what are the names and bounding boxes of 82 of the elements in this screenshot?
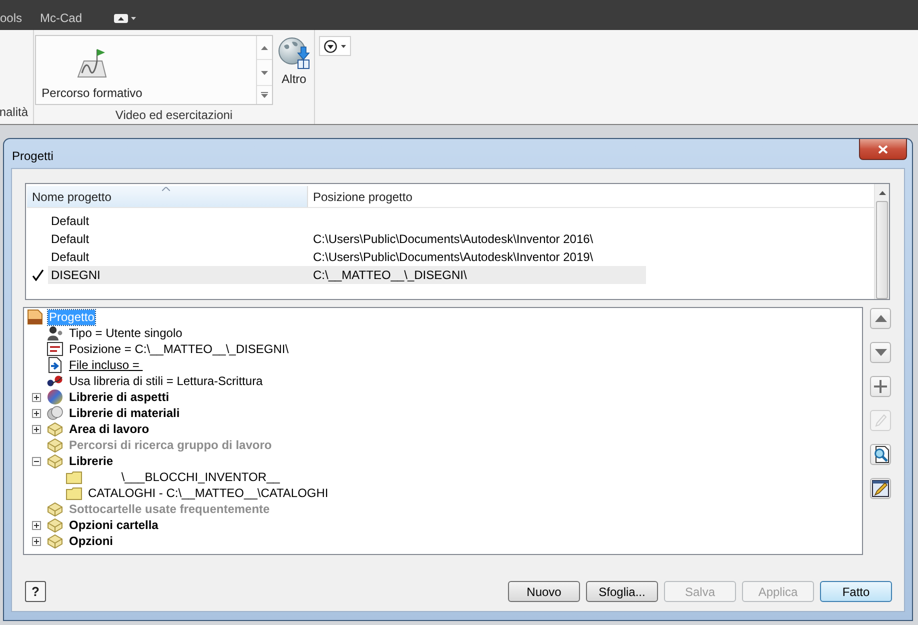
folder-icon bbox=[66, 486, 82, 500]
tree-item[interactable]: Opzioni bbox=[68, 534, 114, 548]
expand-icon[interactable] bbox=[32, 408, 41, 418]
project-location: C:\Users\Public\Documents\Autodesk\Inventor 2016\ bbox=[313, 232, 594, 246]
cube-icon bbox=[47, 534, 63, 548]
dropdown-button[interactable] bbox=[319, 36, 351, 56]
project-row[interactable]: Default C:\Users\Public\Documents\Autodesk\Inventor 2019\ bbox=[48, 248, 646, 266]
down-triangle-icon bbox=[261, 70, 268, 74]
tree-item[interactable]: Librerie di materiali bbox=[68, 406, 181, 420]
down-triangle-icon bbox=[874, 349, 886, 356]
globe-download-icon bbox=[278, 37, 310, 69]
dropdown-button[interactable] bbox=[114, 12, 136, 24]
tree-item[interactable]: Librerie bbox=[68, 454, 114, 468]
dots-icon bbox=[47, 375, 63, 387]
project-name: Default bbox=[51, 250, 90, 264]
ribbon-tab[interactable]: ools bbox=[0, 8, 22, 28]
panel-label: nalità bbox=[0, 104, 28, 121]
folder-icon bbox=[66, 470, 82, 484]
find-button[interactable] bbox=[870, 444, 891, 465]
text-box-icon bbox=[47, 342, 63, 356]
caret-icon bbox=[131, 16, 136, 20]
project-row[interactable]: Default C:\Users\Public\Documents\Autodesk\Inventor 2016\ bbox=[48, 230, 646, 248]
sphere-icon bbox=[47, 389, 63, 405]
close-icon bbox=[878, 144, 888, 154]
help-button[interactable]: ? bbox=[25, 581, 46, 602]
tree-item[interactable]: Area di lavoro bbox=[68, 422, 150, 436]
dialog-button[interactable]: Fatto bbox=[820, 581, 892, 602]
pencil-window-icon bbox=[872, 480, 889, 497]
panel-label: Video ed esercitazioni bbox=[115, 106, 233, 124]
add-button[interactable] bbox=[870, 376, 891, 397]
move-down-button[interactable] bbox=[870, 342, 891, 363]
tree-item[interactable]: Librerie di aspetti bbox=[68, 390, 170, 404]
pencil-icon bbox=[874, 414, 886, 427]
expand-icon bbox=[261, 92, 268, 98]
cube-icon bbox=[47, 422, 63, 436]
scrollbar[interactable] bbox=[874, 184, 889, 299]
project-row[interactable]: DISEGNI C:\__MATTEO__\_DISEGNI\ bbox=[48, 266, 646, 284]
dialog-button[interactable]: Nuovo bbox=[508, 581, 580, 602]
document-arrow-icon bbox=[47, 357, 63, 373]
tree-item[interactable]: File incluso = bbox=[68, 358, 144, 372]
tree-item[interactable]: Usa libreria di stili = Lettura-Scrittura bbox=[68, 374, 264, 388]
spheres-icon bbox=[47, 406, 63, 420]
project-name: Default bbox=[51, 232, 90, 246]
scrollbar-thumb[interactable] bbox=[876, 201, 888, 299]
cube-icon bbox=[47, 454, 63, 468]
up-triangle-icon bbox=[874, 315, 886, 322]
expand-icon[interactable] bbox=[32, 520, 41, 530]
project-location: C:\Users\Public\Documents\Autodesk\Inventor 2019\ bbox=[313, 250, 594, 264]
more-button[interactable]: Altro bbox=[277, 35, 311, 105]
tree-item[interactable]: \___BLOCCHI_INVENTOR__ bbox=[87, 470, 281, 484]
close-button[interactable] bbox=[859, 139, 907, 160]
collapse-icon[interactable] bbox=[32, 456, 41, 466]
tree-item[interactable]: CATALOGHI - C:\__MATTEO__\CATALOGHI bbox=[87, 486, 330, 500]
ribbon-tab[interactable]: Mc-Cad bbox=[40, 8, 82, 28]
properties-button[interactable] bbox=[870, 478, 891, 499]
tree-item[interactable]: Posizione = C:\__MATTEO__\_DISEGNI\ bbox=[68, 342, 290, 356]
expand-icon[interactable] bbox=[32, 424, 41, 434]
plus-icon bbox=[874, 380, 887, 393]
cube-icon bbox=[47, 438, 63, 452]
user-icon bbox=[47, 325, 63, 341]
gallery-item[interactable]: Percorso formativo bbox=[36, 36, 148, 104]
expand-icon[interactable] bbox=[32, 392, 41, 402]
up-triangle-icon bbox=[878, 190, 886, 194]
circle-down-icon bbox=[324, 40, 337, 52]
dialog-button[interactable]: Sfoglia... bbox=[586, 581, 658, 602]
magnifier-document-icon bbox=[872, 446, 889, 463]
dialog-title: Progetti bbox=[12, 148, 54, 164]
project-name: Default bbox=[51, 214, 90, 228]
mountain-flag-icon bbox=[76, 48, 108, 78]
project-file-icon bbox=[27, 309, 43, 325]
caret-icon bbox=[341, 44, 346, 48]
expand-icon[interactable] bbox=[32, 536, 41, 546]
tree-item[interactable]: Tipo = Utente singolo bbox=[68, 326, 184, 340]
cube-icon bbox=[47, 518, 63, 532]
tree-item[interactable]: Opzioni cartella bbox=[68, 518, 160, 532]
cube-icon bbox=[47, 502, 63, 516]
project-location: C:\__MATTEO__\_DISEGNI\ bbox=[313, 268, 467, 282]
up-triangle-icon bbox=[261, 46, 268, 50]
project-name: DISEGNI bbox=[51, 268, 100, 282]
column-header[interactable]: Nome progetto bbox=[27, 186, 307, 207]
move-up-button[interactable] bbox=[870, 308, 891, 329]
project-row[interactable]: Default bbox=[48, 212, 646, 230]
